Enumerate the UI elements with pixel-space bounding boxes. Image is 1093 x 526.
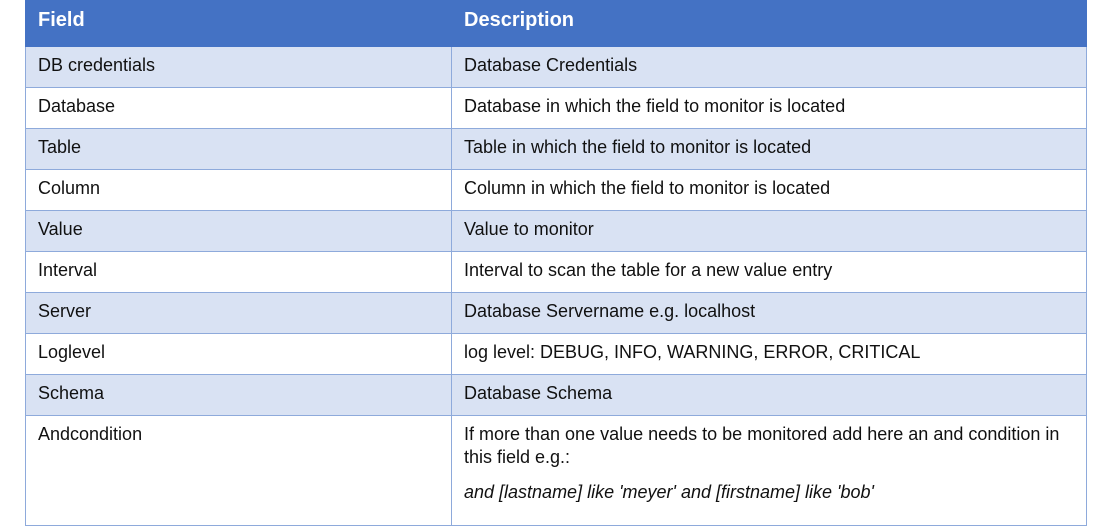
table-row: Andcondition If more than one value need… (25, 415, 1087, 526)
field-cell: Value (25, 210, 452, 252)
description-cell: log level: DEBUG, INFO, WARNING, ERROR, … (451, 333, 1087, 375)
description-cell: If more than one value needs to be monit… (451, 415, 1087, 526)
field-cell: Loglevel (25, 333, 452, 375)
table-row: DB credentials Database Credentials (25, 46, 1087, 88)
header-field: Field (25, 0, 452, 47)
header-description: Description (451, 0, 1087, 47)
field-cell: DB credentials (25, 46, 452, 88)
table-header-row: Field Description (25, 0, 1087, 47)
description-cell: Database in which the field to monitor i… (451, 87, 1087, 129)
field-cell: Schema (25, 374, 452, 416)
description-cell: Database Schema (451, 374, 1087, 416)
description-cell: Table in which the field to monitor is l… (451, 128, 1087, 170)
field-cell: Server (25, 292, 452, 334)
field-cell: Interval (25, 251, 452, 293)
fields-table: Field Description DB credentials Databas… (25, 0, 1087, 526)
table-row: Value Value to monitor (25, 210, 1087, 252)
table-row: Interval Interval to scan the table for … (25, 251, 1087, 293)
table-row: Database Database in which the field to … (25, 87, 1087, 129)
table-row: Column Column in which the field to moni… (25, 169, 1087, 211)
description-cell: Value to monitor (451, 210, 1087, 252)
table-row: Schema Database Schema (25, 374, 1087, 416)
table-row: Table Table in which the field to monito… (25, 128, 1087, 170)
field-cell: Table (25, 128, 452, 170)
table-row: Loglevel log level: DEBUG, INFO, WARNING… (25, 333, 1087, 375)
description-cell: Interval to scan the table for a new val… (451, 251, 1087, 293)
field-cell: Database (25, 87, 452, 129)
field-cell: Andcondition (25, 415, 452, 526)
description-cell: Database Servername e.g. localhost (451, 292, 1087, 334)
description-text: If more than one value needs to be monit… (464, 424, 1060, 467)
table-row: Server Database Servername e.g. localhos… (25, 292, 1087, 334)
description-cell: Database Credentials (451, 46, 1087, 88)
description-cell: Column in which the field to monitor is … (451, 169, 1087, 211)
field-cell: Column (25, 169, 452, 211)
example-condition: and [lastname] like 'meyer' and [firstna… (464, 482, 874, 502)
